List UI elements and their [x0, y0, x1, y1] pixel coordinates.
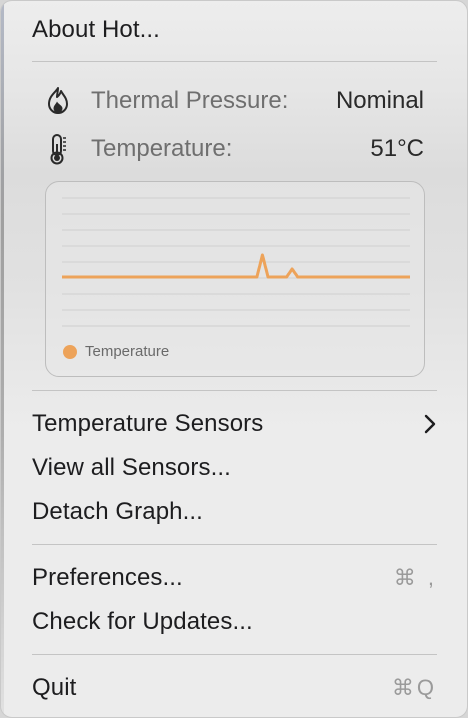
separator	[32, 654, 437, 655]
thermometer-icon	[45, 133, 71, 165]
preferences-shortcut: ⌘ ,	[393, 565, 437, 590]
temperature-row: Temperature: 51°C	[45, 132, 424, 166]
quit-shortcut: ⌘Q	[391, 675, 437, 700]
temperature-label: Temperature:	[91, 135, 233, 162]
temperature-value: 51°C	[370, 135, 424, 162]
view-all-sensors-label: View all Sensors...	[32, 454, 231, 481]
flame-icon	[45, 85, 71, 117]
separator	[32, 390, 437, 391]
temperature-series-line	[61, 253, 411, 279]
legend-label: Temperature	[85, 343, 170, 360]
legend-swatch	[63, 344, 77, 359]
quit-menu-item[interactable]: Quit ⌘Q	[32, 670, 437, 706]
thermal-pressure-value: Nominal	[335, 87, 424, 114]
chart-legend: Temperature	[63, 343, 169, 360]
thermal-pressure-row: Thermal Pressure: Nominal	[45, 84, 424, 118]
check-updates-label: Check for Updates...	[32, 608, 253, 635]
about-label: About Hot...	[32, 16, 160, 43]
thermal-pressure-label: Thermal Pressure:	[91, 87, 289, 114]
quit-label: Quit	[32, 674, 77, 701]
preferences-menu-item[interactable]: Preferences... ⌘ ,	[32, 560, 437, 596]
separator	[32, 544, 437, 545]
chevron-right-icon	[423, 413, 437, 435]
preferences-label: Preferences...	[32, 564, 183, 591]
temperature-sensors-label: Temperature Sensors	[32, 410, 264, 437]
separator	[32, 61, 437, 62]
temperature-graph: Temperature	[45, 181, 425, 377]
detach-graph-label: Detach Graph...	[32, 498, 203, 525]
hot-menu: About Hot... Thermal Pressure: Nominal T…	[0, 0, 468, 718]
about-menu-item[interactable]: About Hot...	[32, 12, 437, 48]
window-edge	[1, 1, 4, 717]
temperature-sensors-menu-item[interactable]: Temperature Sensors	[32, 406, 437, 442]
view-all-sensors-menu-item[interactable]: View all Sensors...	[32, 450, 437, 486]
check-updates-menu-item[interactable]: Check for Updates...	[32, 604, 437, 640]
detach-graph-menu-item[interactable]: Detach Graph...	[32, 494, 437, 530]
